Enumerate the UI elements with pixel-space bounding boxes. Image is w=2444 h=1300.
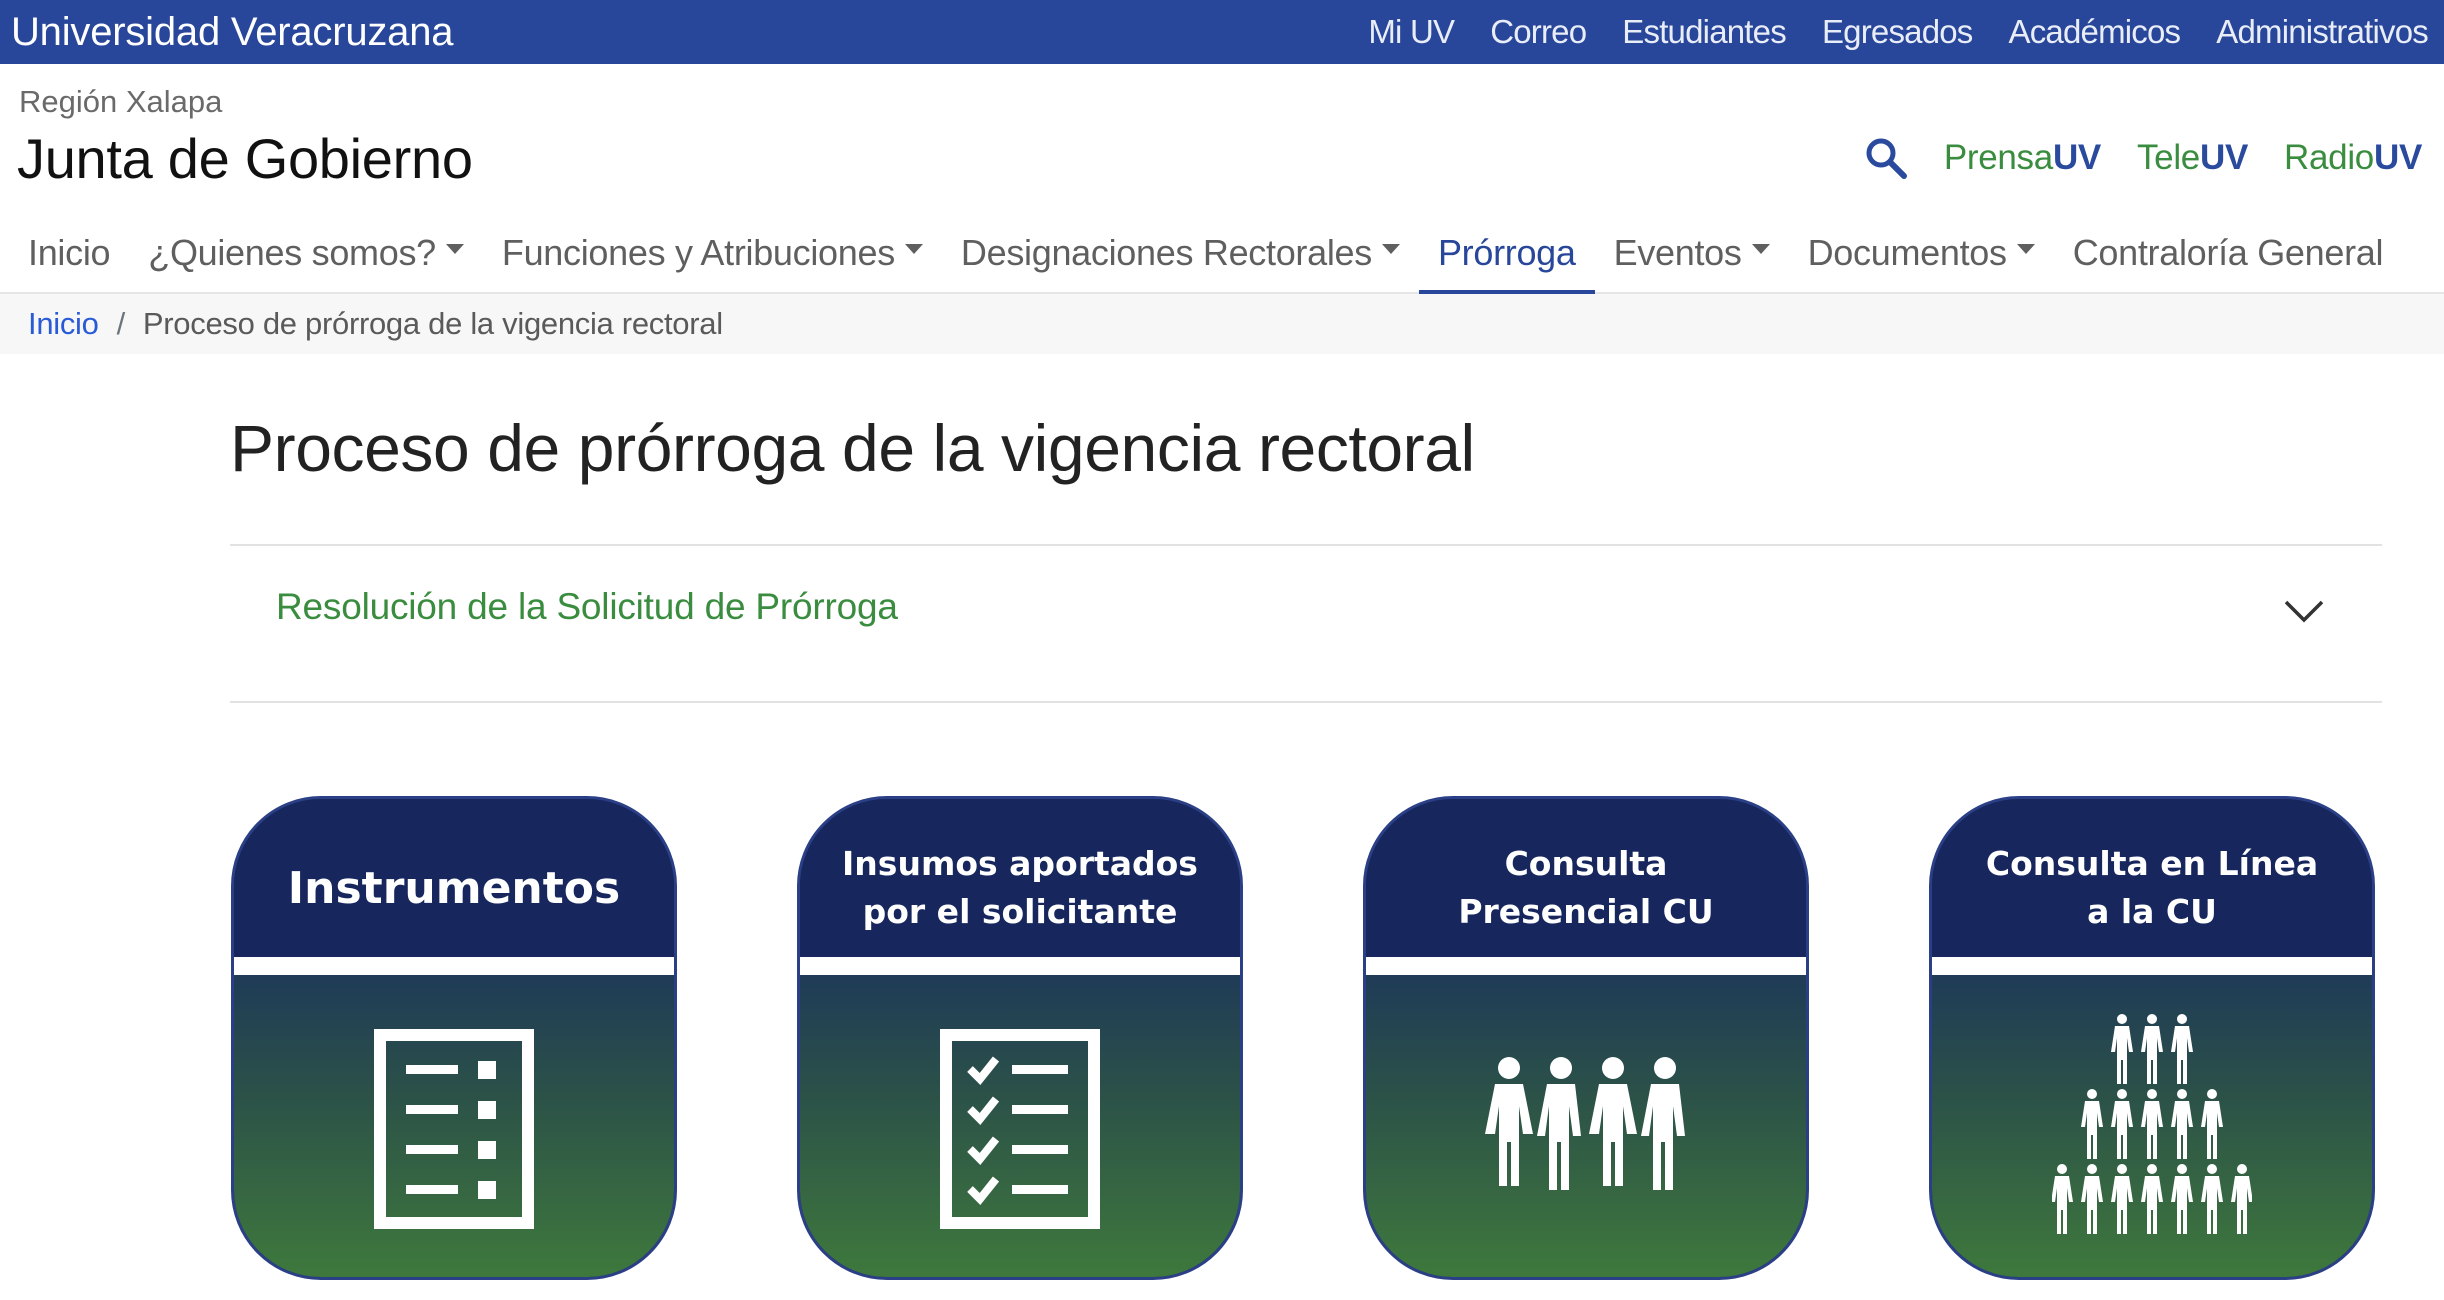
breadcrumb-current: Proceso de prórroga de la vigencia recto… bbox=[142, 306, 723, 341]
top-link-mi-uv[interactable]: Mi UV bbox=[1368, 13, 1455, 51]
caret-down-icon bbox=[904, 244, 923, 254]
nav-item-documentos[interactable]: Documentos bbox=[1789, 214, 2054, 292]
nav-item-quienes-somos[interactable]: ¿Quienes somos? bbox=[129, 214, 483, 292]
top-link-egresados[interactable]: Egresados bbox=[1822, 13, 1973, 51]
media-links: PrensaUV TeleUV RadioUV bbox=[1864, 128, 2422, 188]
card-title: Consulta Presencial CU bbox=[1366, 799, 1806, 957]
page-title: Proceso de prórroga de la vigencia recto… bbox=[230, 411, 1475, 485]
people-group-icon bbox=[1485, 1057, 1685, 1190]
search-icon[interactable] bbox=[1864, 136, 1908, 180]
accordion-title: Resolución de la Solicitud de Prórroga bbox=[276, 586, 898, 627]
nav-item-contraloria[interactable]: Contraloría General bbox=[2054, 214, 2402, 292]
card-insumos[interactable]: Insumos aportados por el solicitante bbox=[797, 796, 1243, 1280]
top-links: Mi UV Correo Estudiantes Egresados Acadé… bbox=[1368, 0, 2428, 64]
top-link-academicos[interactable]: Académicos bbox=[2009, 13, 2182, 51]
top-link-estudiantes[interactable]: Estudiantes bbox=[1622, 13, 1786, 51]
card-instrumentos[interactable]: Instrumentos bbox=[231, 796, 677, 1280]
university-brand-link[interactable]: Universidad Veracruzana bbox=[11, 8, 454, 56]
nav-item-inicio[interactable]: Inicio bbox=[0, 214, 129, 292]
crowd-pyramid-icon bbox=[2052, 1014, 2252, 1234]
prensa-uv-link[interactable]: PrensaUV bbox=[1944, 138, 2101, 178]
breadcrumb-home-link[interactable]: Inicio bbox=[28, 306, 99, 342]
nav-item-prorroga[interactable]: Prórroga bbox=[1418, 214, 1595, 294]
radio-uv-link[interactable]: RadioUV bbox=[2284, 138, 2422, 178]
list-document-icon bbox=[374, 1029, 534, 1229]
card-consulta-presencial[interactable]: Consulta Presencial CU bbox=[1363, 796, 1809, 1280]
nav-item-designaciones[interactable]: Designaciones Rectorales bbox=[942, 214, 1419, 292]
top-link-administrativos[interactable]: Administrativos bbox=[2216, 13, 2429, 51]
chevron-down-icon bbox=[2284, 600, 2324, 623]
tele-uv-link[interactable]: TeleUV bbox=[2137, 138, 2248, 178]
breadcrumb-separator: / bbox=[116, 306, 126, 341]
checklist-icon bbox=[940, 1029, 1100, 1229]
card-title: Instrumentos bbox=[234, 799, 674, 957]
card-consulta-linea[interactable]: Consulta en Línea a la CU bbox=[1929, 796, 2375, 1280]
caret-down-icon bbox=[2016, 244, 2035, 254]
nav-item-funciones[interactable]: Funciones y Atribuciones bbox=[483, 214, 942, 292]
caret-down-icon bbox=[1751, 244, 1770, 254]
card-title: Insumos aportados por el solicitante bbox=[800, 799, 1240, 957]
caret-down-icon bbox=[1381, 244, 1400, 254]
breadcrumb: Inicio / Proceso de prórroga de la vigen… bbox=[0, 294, 2444, 354]
caret-down-icon bbox=[445, 244, 464, 254]
top-bar: Universidad Veracruzana Mi UV Correo Est… bbox=[0, 0, 2444, 64]
nav-item-eventos[interactable]: Eventos bbox=[1595, 214, 1789, 292]
card-title: Consulta en Línea a la CU bbox=[1932, 799, 2372, 957]
accordion-resolucion[interactable]: Resolución de la Solicitud de Prórroga bbox=[230, 544, 2382, 703]
top-link-correo[interactable]: Correo bbox=[1490, 13, 1587, 51]
site-title[interactable]: Junta de Gobierno bbox=[17, 126, 473, 191]
main-nav: Inicio ¿Quienes somos? Funciones y Atrib… bbox=[0, 214, 2444, 294]
region-label: Región Xalapa bbox=[19, 84, 223, 119]
